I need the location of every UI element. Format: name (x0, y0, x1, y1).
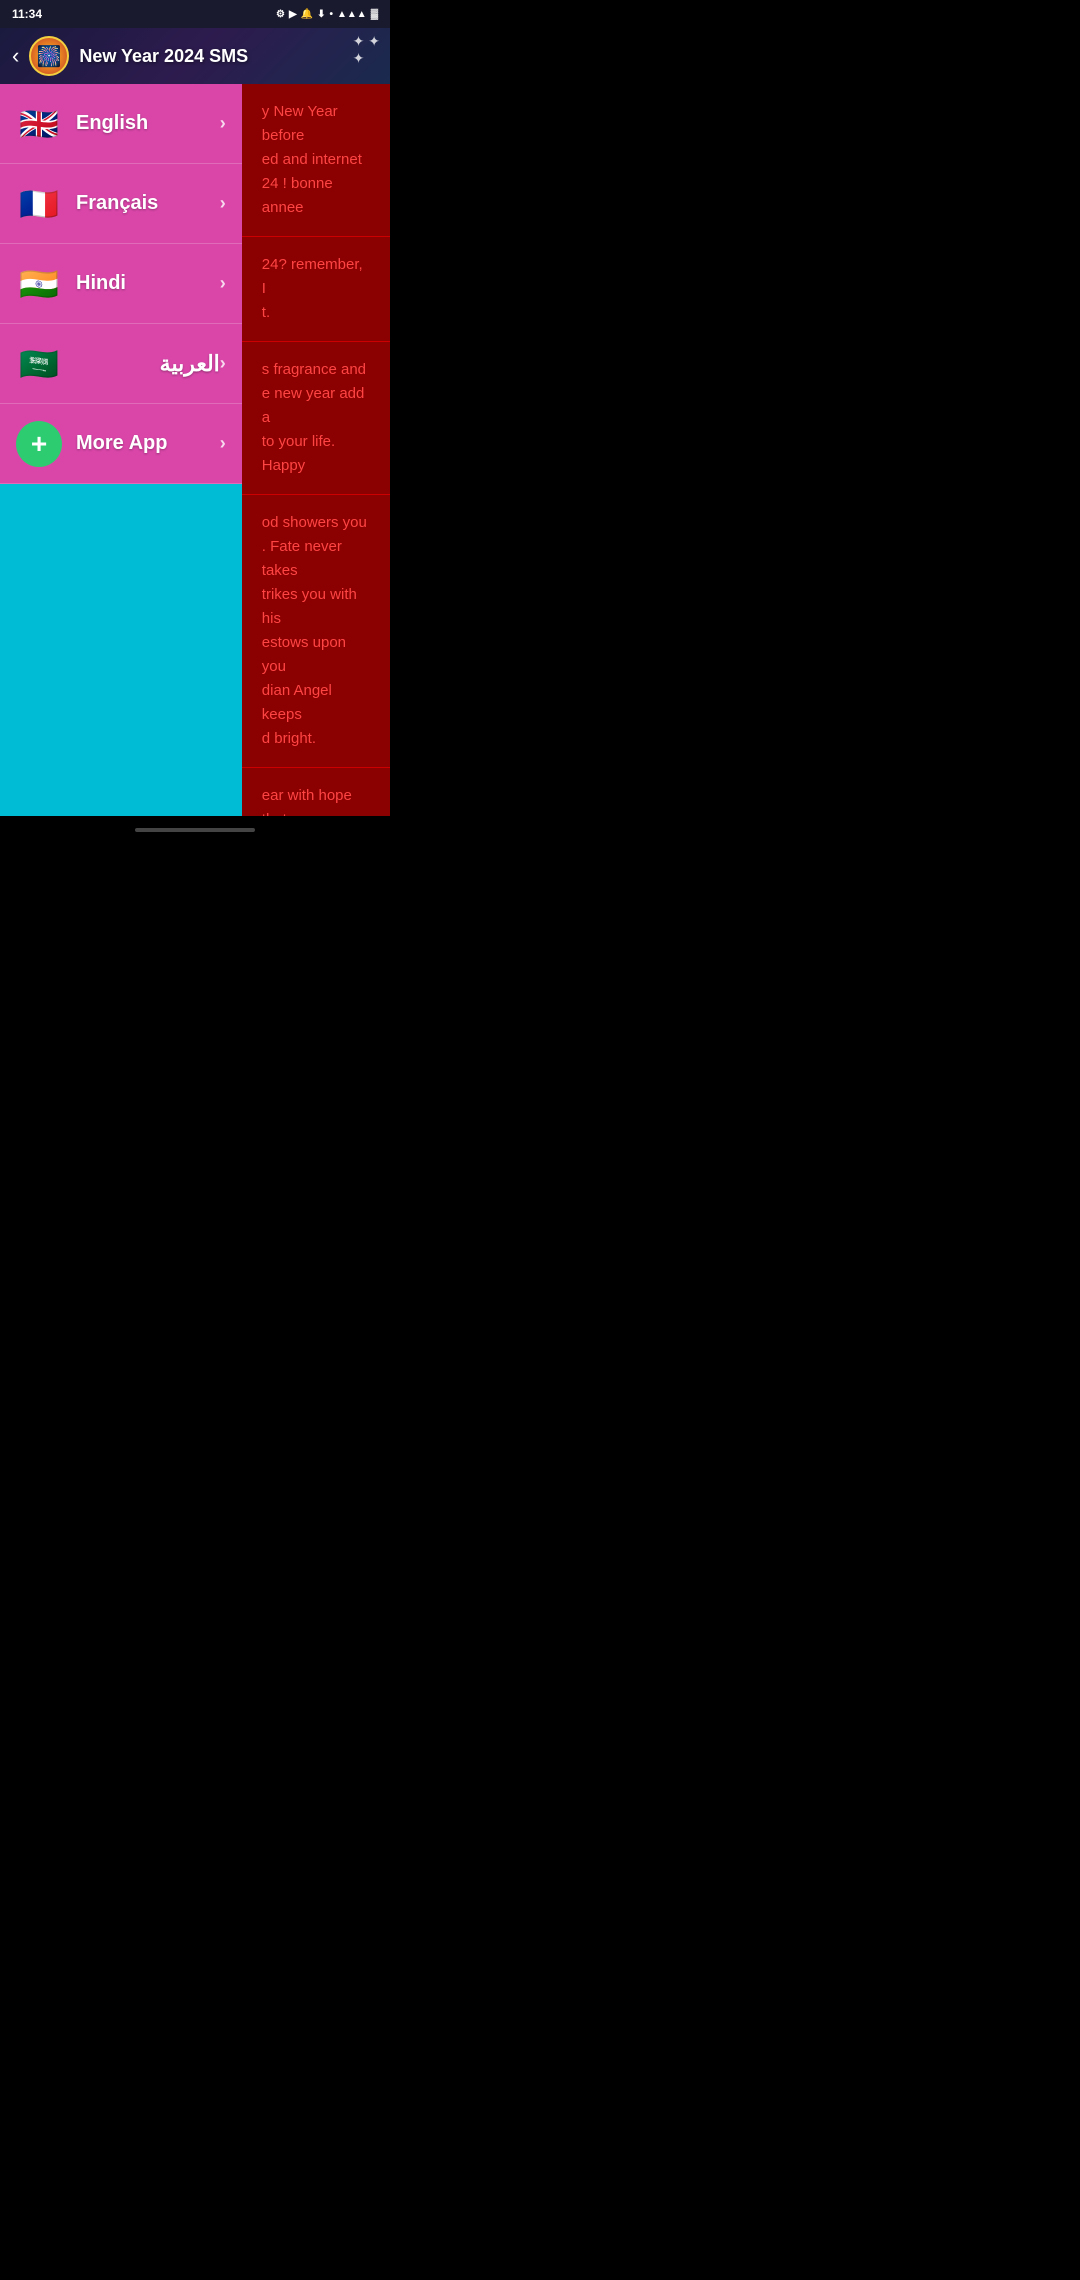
content-block-2: 24? remember, It. (242, 237, 390, 342)
menu-bottom-area (0, 484, 242, 844)
menu-item-english[interactable]: 🇬🇧 English › (0, 84, 242, 164)
content-block-3: s fragrance ande new year add ato your l… (242, 342, 390, 495)
hindi-label: Hindi (76, 272, 220, 295)
more-app-plus-icon: + (16, 421, 62, 467)
status-bar: 11:34 ⚙ ▶ 🔔 ⬇ • ▲▲▲ ▓ (0, 0, 390, 28)
plus-symbol: + (31, 428, 47, 460)
menu-item-more-app[interactable]: + More App › (0, 404, 242, 484)
menu-item-arabic[interactable]: 🇸🇦 العربية › (0, 324, 242, 404)
content-panel: y New Year beforeed and internet24 ! bon… (242, 84, 390, 844)
arabic-label: العربية (76, 351, 220, 377)
content-text-1: y New Year beforeed and internet24 ! bon… (252, 92, 380, 228)
battery-icon: ▓ (371, 9, 378, 20)
menu-item-hindi[interactable]: 🇮🇳 Hindi › (0, 244, 242, 324)
arabic-flag-icon: 🇸🇦 (16, 341, 62, 387)
arabic-chevron-icon: › (220, 353, 226, 374)
english-label: English (76, 112, 220, 135)
settings-icon: ⚙ (276, 9, 285, 20)
app-header: ‹ New Year 2024 SMS ✦ ✦✦ (0, 28, 390, 84)
hindi-flag-icon: 🇮🇳 (16, 261, 62, 307)
notification-icon: 🔔 (301, 9, 313, 20)
francais-label: Français (76, 192, 220, 215)
menu-item-francais[interactable]: 🇫🇷 Français › (0, 164, 242, 244)
status-time: 11:34 (12, 7, 42, 21)
content-text-2: 24? remember, It. (252, 245, 380, 333)
more-app-label: More App (76, 432, 220, 455)
english-flag-icon: 🇬🇧 (16, 101, 62, 147)
app-logo (29, 36, 69, 76)
status-icons: ⚙ ▶ 🔔 ⬇ • ▲▲▲ ▓ (276, 9, 378, 20)
back-button[interactable]: ‹ (12, 43, 19, 69)
play-icon: ▶ (289, 9, 297, 20)
hindi-chevron-icon: › (220, 273, 226, 294)
main-container: 🇬🇧 English › 🇫🇷 Français › 🇮🇳 Hindi › 🇸🇦… (0, 84, 390, 844)
dot-icon: • (329, 9, 333, 20)
signal-icon: ▲▲▲ (337, 9, 367, 20)
app-title: New Year 2024 SMS (79, 46, 248, 67)
stars-decoration: ✦ ✦✦ (353, 33, 380, 67)
francais-flag-icon: 🇫🇷 (16, 181, 62, 227)
english-chevron-icon: › (220, 113, 226, 134)
menu-panel: 🇬🇧 English › 🇫🇷 Français › 🇮🇳 Hindi › 🇸🇦… (0, 84, 242, 844)
nav-indicator (135, 828, 255, 832)
download-icon: ⬇ (317, 9, 325, 20)
nav-bar (0, 816, 390, 844)
more-app-chevron-icon: › (220, 433, 226, 454)
content-text-4: od showers you. Fate never takestrikes y… (252, 503, 380, 759)
content-text-3: s fragrance ande new year add ato your l… (252, 350, 380, 486)
content-block-1: y New Year beforeed and internet24 ! bon… (242, 84, 390, 237)
francais-chevron-icon: › (220, 193, 226, 214)
content-block-4: od showers you. Fate never takestrikes y… (242, 495, 390, 768)
